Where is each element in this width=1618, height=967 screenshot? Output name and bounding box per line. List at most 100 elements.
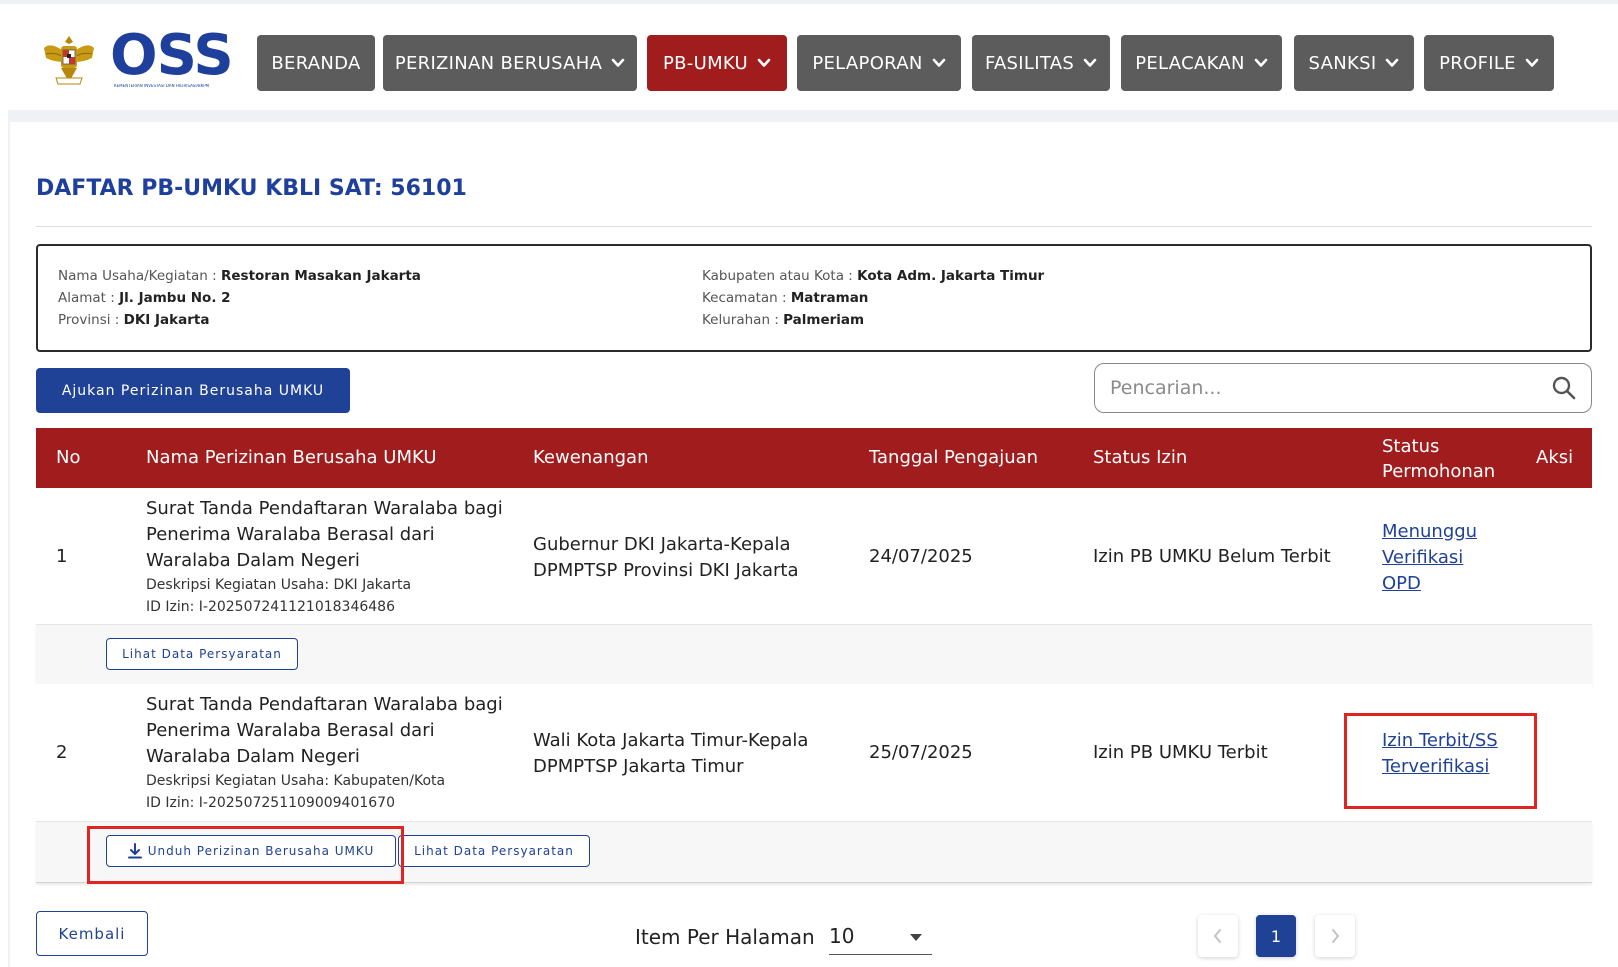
nama-line: Penerima Waralaba Berasal dari <box>146 524 435 545</box>
kewenangan-line: Gubernur DKI Jakarta-Kepala <box>533 534 791 555</box>
header-nama: Nama Perizinan Berusaha UMKU <box>146 447 437 468</box>
header-status-line: Status <box>1382 436 1440 457</box>
row-id-izin: ID Izin: I-202507241121018346486 <box>146 599 395 615</box>
row-status-izin: Izin PB UMKU Belum Terbit <box>1093 546 1331 567</box>
per-page-select[interactable]: 10 <box>829 918 932 955</box>
info-label: Kabupaten atau Kota : <box>702 268 858 284</box>
top-navbar: OSS KEMENTERIAN INVESTASI DAN HILIRISASI… <box>0 4 1618 110</box>
nama-line: Surat Tanda Pendaftaran Waralaba bagi <box>146 498 503 519</box>
info-value: DKI Jakarta <box>123 312 210 328</box>
nav-sanksi[interactable]: SANKSI <box>1294 35 1414 91</box>
kewenangan-line: Wali Kota Jakarta Timur-Kepala <box>533 730 809 751</box>
info-value: Palmeriam <box>783 312 865 328</box>
row-deskripsi: Deskripsi Kegiatan Usaha: Kabupaten/Kota <box>146 773 446 789</box>
row-id-izin: ID Izin: I-202507251109009401670 <box>146 795 395 811</box>
nav-profile[interactable]: PROFILE <box>1424 35 1554 91</box>
lihat-data-persyaratan-button[interactable]: Lihat Data Persyaratan <box>398 835 590 867</box>
table-header: No Nama Perizinan Berusaha UMKU Kewenang… <box>36 428 1592 488</box>
chevron-right-icon <box>1332 929 1340 943</box>
row-nama: Surat Tanda Pendaftaran Waralaba bagi Pe… <box>146 496 503 618</box>
lihat-data-persyaratan-button[interactable]: Lihat Data Persyaratan <box>106 638 298 670</box>
nav-label: BERANDA <box>271 52 361 74</box>
search-box[interactable]: Pencarian... <box>1094 363 1592 413</box>
per-page-label: Item Per Halaman <box>635 925 815 949</box>
info-label: Kelurahan : <box>702 312 784 328</box>
row-kewenangan: Wali Kota Jakarta Timur-Kepala DPMPTSP J… <box>533 728 808 780</box>
nama-line: Surat Tanda Pendaftaran Waralaba bagi <box>146 694 503 715</box>
row-status-izin: Izin PB UMKU Terbit <box>1093 742 1268 763</box>
oss-logo[interactable]: OSS KEMENTERIAN INVESTASI DAN HILIRISASI… <box>40 24 240 94</box>
info-value: Matraman <box>790 290 869 306</box>
info-alamat: Alamat : Jl. Jambu No. 2 <box>58 290 231 306</box>
row-status-permohonan-link[interactable]: Menunggu Verifikasi OPD <box>1382 519 1477 597</box>
status-line[interactable]: Menunggu <box>1382 519 1477 545</box>
info-value: Jl. Jambu No. 2 <box>119 290 231 306</box>
header-aksi: Aksi <box>1536 447 1574 468</box>
pagination-next[interactable] <box>1315 915 1355 957</box>
caret-down-icon <box>910 934 922 941</box>
nav-beranda[interactable]: BERANDA <box>257 35 375 91</box>
nav-fasilitas[interactable]: FASILITAS <box>972 35 1110 91</box>
nav-label: PROFILE <box>1439 52 1516 74</box>
nav-label: SANKSI <box>1308 52 1377 74</box>
oss-brand-text: OSS <box>110 23 234 88</box>
status-line[interactable]: OPD <box>1382 571 1477 597</box>
ajukan-perizinan-button[interactable]: Ajukan Perizinan Berusaha UMKU <box>36 368 350 413</box>
nav-pelaporan[interactable]: PELAPORAN <box>797 35 961 91</box>
nav-label: PELACAKAN <box>1135 52 1245 74</box>
row-deskripsi: Deskripsi Kegiatan Usaha: DKI Jakarta <box>146 577 412 593</box>
chevron-down-icon <box>1525 58 1539 67</box>
status-line[interactable]: Verifikasi <box>1382 545 1477 571</box>
header-status-izin: Status Izin <box>1093 447 1188 468</box>
status-highlight-box <box>1344 713 1537 809</box>
info-kabupaten: Kabupaten atau Kota : Kota Adm. Jakarta … <box>702 268 1044 284</box>
oss-tagline: KEMENTERIAN INVESTASI DAN HILIRISASI/BKP… <box>114 84 210 88</box>
nama-line: Waralaba Dalam Negeri <box>146 746 360 767</box>
header-kewenangan: Kewenangan <box>533 447 649 468</box>
header-status-line: Permohonan <box>1382 461 1496 482</box>
kewenangan-line: DPMPTSP Jakarta Timur <box>533 756 744 777</box>
chevron-left-icon <box>1213 929 1221 943</box>
kewenangan-line: DPMPTSP Provinsi DKI Jakarta <box>533 560 799 581</box>
kembali-button[interactable]: Kembali <box>36 911 148 956</box>
search-icon[interactable] <box>1551 375 1577 401</box>
nav-label: PELAPORAN <box>812 52 923 74</box>
chevron-down-icon <box>757 58 771 67</box>
info-nama-usaha: Nama Usaha/Kegiatan : Restoran Masakan J… <box>58 268 421 284</box>
nav-pelacakan[interactable]: PELACAKAN <box>1121 35 1282 91</box>
info-label: Nama Usaha/Kegiatan : <box>58 268 221 284</box>
header-no: No <box>56 447 81 468</box>
info-value: Restoran Masakan Jakarta <box>220 268 421 284</box>
nav-label: PB-UMKU <box>663 52 748 74</box>
info-label: Alamat : <box>58 290 120 306</box>
garuda-emblem-icon <box>44 36 94 85</box>
info-provinsi: Provinsi : DKI Jakarta <box>58 312 209 328</box>
info-value: Kota Adm. Jakarta Timur <box>857 268 1045 284</box>
header-status-permohonan: Status Permohonan <box>1382 434 1495 484</box>
header-tanggal: Tanggal Pengajuan <box>869 447 1039 468</box>
nama-line: Waralaba Dalam Negeri <box>146 550 360 571</box>
chevron-down-icon <box>1083 58 1097 67</box>
chevron-down-icon <box>611 58 625 67</box>
table-row: 1 Surat Tanda Pendaftaran Waralaba bagi … <box>36 488 1592 624</box>
nama-line: Penerima Waralaba Berasal dari <box>146 720 435 741</box>
chevron-down-icon <box>932 58 945 67</box>
info-kecamatan: Kecamatan : Matraman <box>702 290 868 306</box>
chevron-down-icon <box>1386 58 1399 67</box>
row-no: 2 <box>56 742 68 763</box>
row-actions: Lihat Data Persyaratan <box>36 624 1592 685</box>
per-page-value: 10 <box>829 924 855 948</box>
pagination-prev[interactable] <box>1198 915 1238 957</box>
row-tanggal: 24/07/2025 <box>869 546 973 567</box>
row-kewenangan: Gubernur DKI Jakarta-Kepala DPMPTSP Prov… <box>533 532 798 584</box>
search-input[interactable]: Pencarian... <box>1110 377 1222 399</box>
pagination-page-current[interactable]: 1 <box>1256 915 1296 957</box>
title-divider <box>36 226 1592 227</box>
nav-pb-umku[interactable]: PB-UMKU <box>647 35 787 91</box>
info-kelurahan: Kelurahan : Palmeriam <box>702 312 864 328</box>
row-no: 1 <box>56 546 68 567</box>
nav-perizinan-berusaha[interactable]: PERIZINAN BERUSAHA <box>383 35 637 91</box>
nav-label: PERIZINAN BERUSAHA <box>394 52 603 74</box>
download-highlight-box <box>87 826 404 884</box>
info-label: Kecamatan : <box>702 290 791 306</box>
